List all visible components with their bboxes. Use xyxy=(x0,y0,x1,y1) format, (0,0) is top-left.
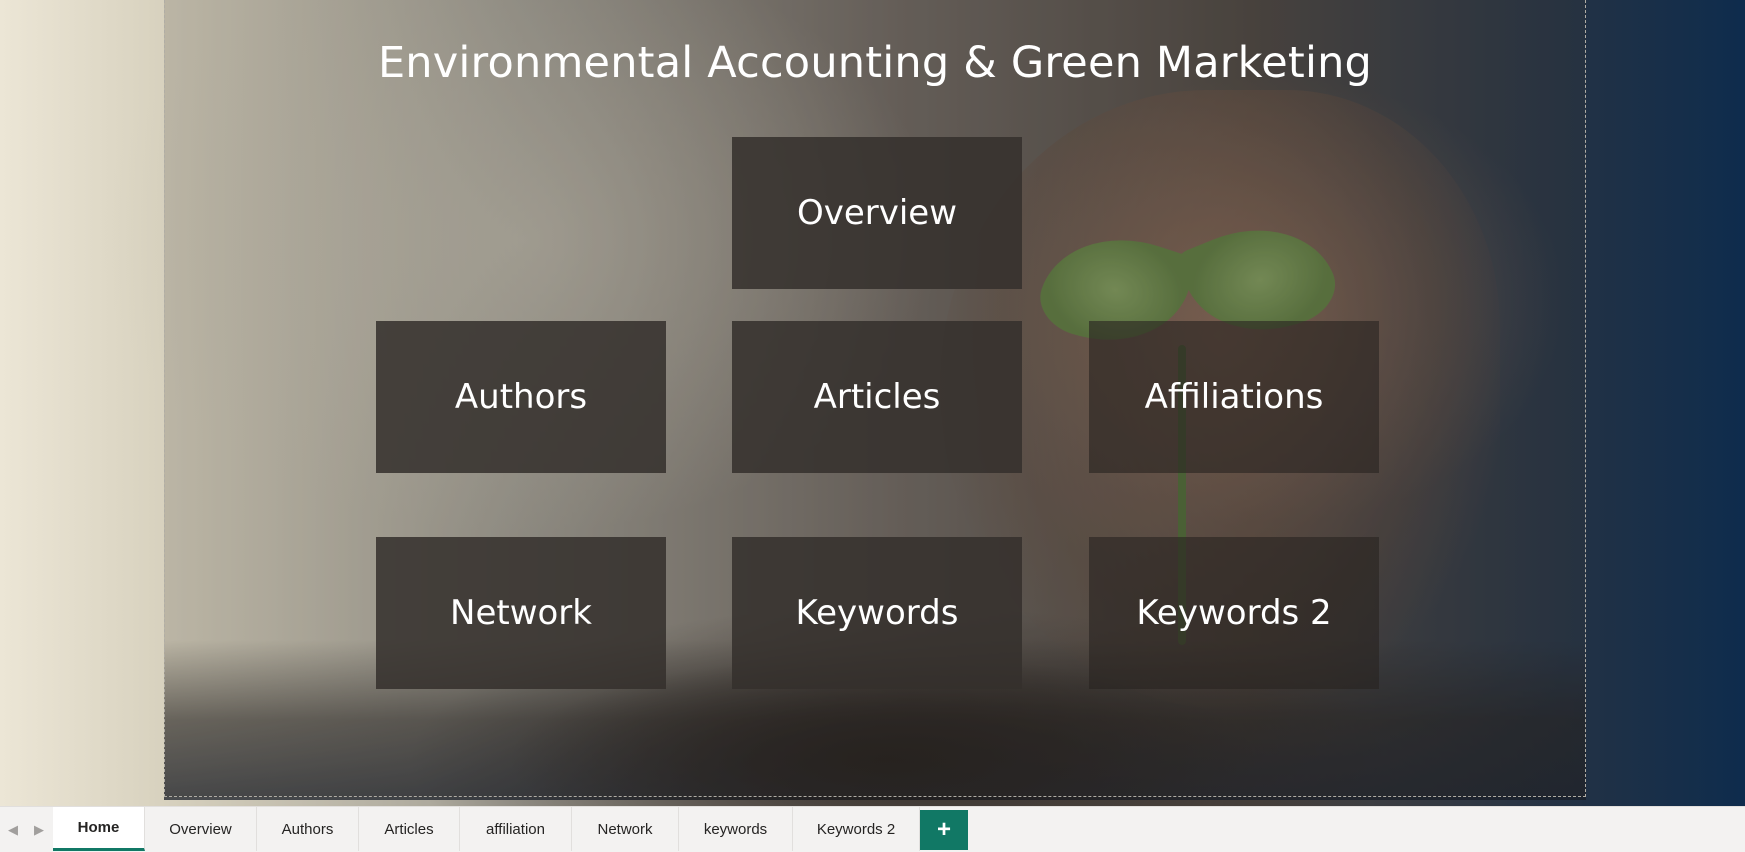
tile-keywords-2[interactable]: Keywords 2 xyxy=(1089,537,1379,689)
tab-articles[interactable]: Articles xyxy=(359,807,460,851)
tab-authors[interactable]: Authors xyxy=(257,807,359,851)
tile-authors[interactable]: Authors xyxy=(376,321,666,473)
tile-affiliations[interactable]: Affiliations xyxy=(1089,321,1379,473)
tab-keywords-2[interactable]: Keywords 2 xyxy=(793,807,920,851)
tab-network[interactable]: Network xyxy=(572,807,679,851)
report-canvas: Environmental Accounting & Green Marketi… xyxy=(0,0,1745,806)
page-tab-bar: ◀ ▶ Home Overview Authors Articles affil… xyxy=(0,806,1745,852)
chevron-left-icon[interactable]: ◀ xyxy=(3,817,23,843)
plus-icon[interactable]: + xyxy=(920,810,968,850)
tab-overview[interactable]: Overview xyxy=(145,807,257,851)
tile-overview[interactable]: Overview xyxy=(732,137,1022,289)
tile-articles[interactable]: Articles xyxy=(732,321,1022,473)
tab-home[interactable]: Home xyxy=(53,807,145,851)
chevron-right-icon[interactable]: ▶ xyxy=(29,817,49,843)
tab-keywords[interactable]: keywords xyxy=(679,807,793,851)
page-title: Environmental Accounting & Green Marketi… xyxy=(377,38,1373,88)
tile-keywords[interactable]: Keywords xyxy=(732,537,1022,689)
tile-network[interactable]: Network xyxy=(376,537,666,689)
tab-affiliation[interactable]: affiliation xyxy=(460,807,572,851)
